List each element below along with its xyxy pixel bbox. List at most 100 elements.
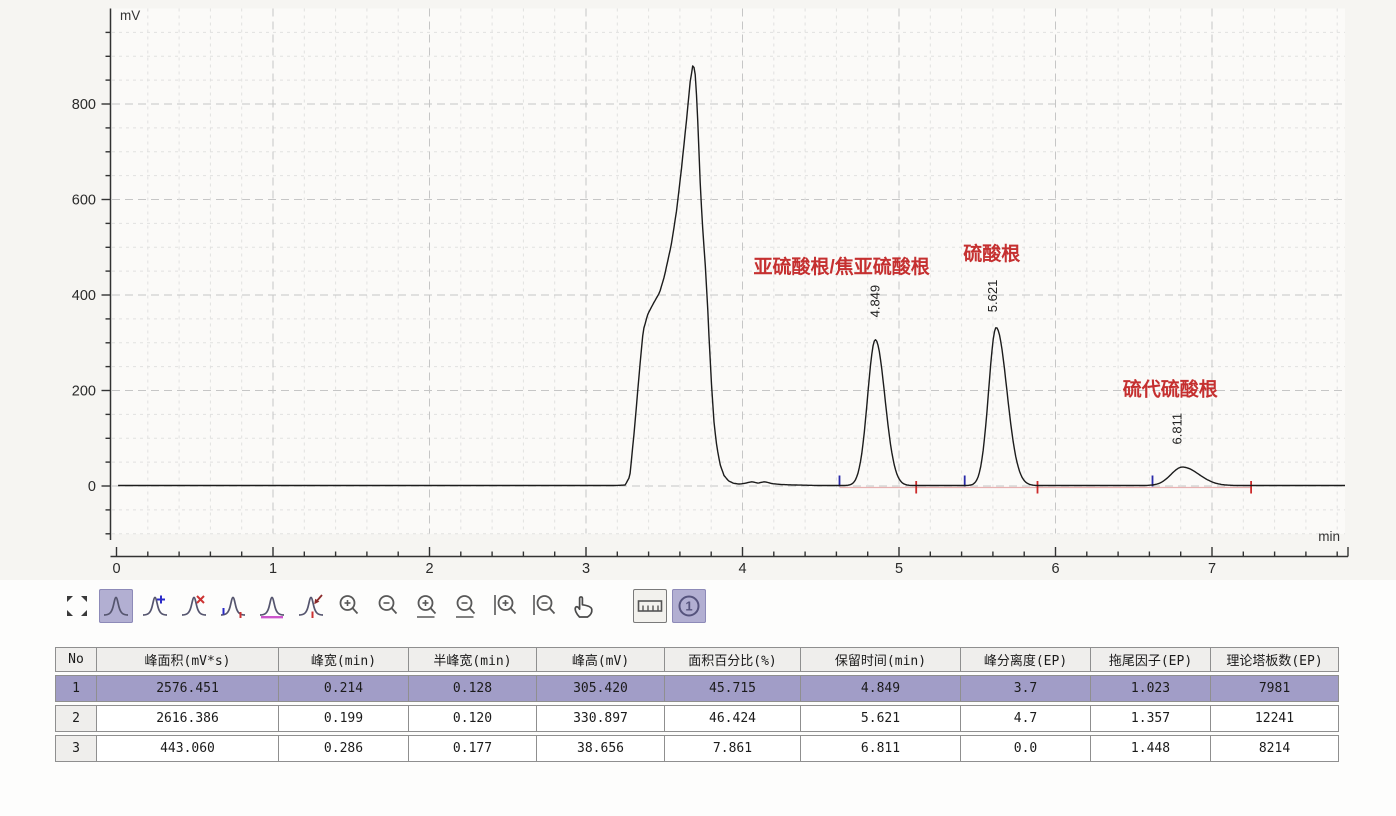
fit-view-icon [63, 592, 91, 620]
table-cell: 4.849 [801, 675, 961, 702]
table-cell: 6.811 [801, 735, 961, 762]
chromatogram-chart[interactable]: 0200400600800mV01234567min亚硫酸根/焦亚硫酸根硫酸根硫… [0, 0, 1396, 580]
ruler-measure-button[interactable] [633, 589, 667, 623]
table-cell: 理论塔板数(EP) [1211, 647, 1339, 672]
peak-cut-button[interactable] [294, 589, 328, 623]
peak-delete-button[interactable] [177, 589, 211, 623]
table-cell: 峰宽(min) [279, 647, 409, 672]
peak-cut-icon [297, 592, 325, 620]
table-cell: 443.060 [97, 735, 279, 762]
table-cell: 0.199 [279, 705, 409, 732]
peak-results-table: No峰面积(mV*s)峰宽(min)半峰宽(min)峰高(mV)面积百分比(%)… [55, 647, 1396, 762]
x-axis-unit: min [1318, 529, 1340, 544]
table-header-row: No峰面积(mV*s)峰宽(min)半峰宽(min)峰高(mV)面积百分比(%)… [55, 647, 1396, 672]
x-tick-label: 2 [425, 561, 433, 577]
fit-view-button[interactable] [60, 589, 94, 623]
peak-annotation-2: 硫酸根 [963, 242, 1020, 265]
table-cell: 12241 [1211, 705, 1339, 732]
x-tick-label: 3 [582, 561, 590, 577]
table-row[interactable]: 22616.3860.1990.120330.89746.4245.6214.7… [55, 705, 1396, 732]
table-cell: 1 [55, 675, 97, 702]
table-cell: 7.861 [665, 735, 801, 762]
table-cell: 半峰宽(min) [409, 647, 537, 672]
zoom-in-horizontal-button[interactable] [411, 589, 445, 623]
table-cell: 0.214 [279, 675, 409, 702]
table-cell: 面积百分比(%) [665, 647, 801, 672]
table-cell: 1.357 [1091, 705, 1211, 732]
table-cell: 2576.451 [97, 675, 279, 702]
pan-hand-icon [570, 592, 598, 620]
x-axis: 01234567min [111, 529, 1349, 577]
x-tick-label: 7 [1208, 561, 1216, 577]
peak-baseline-icon [258, 592, 286, 620]
peak-add-icon [141, 592, 169, 620]
table-cell: 保留时间(min) [801, 647, 961, 672]
chart-toolbar: 1 [0, 587, 1396, 625]
marker-1-button[interactable]: 1 [672, 589, 706, 623]
table-row[interactable]: 12576.4510.2140.128305.42045.7154.8493.7… [55, 675, 1396, 702]
table-cell: 峰分离度(EP) [961, 647, 1091, 672]
table-cell: 0.286 [279, 735, 409, 762]
table-cell: 46.424 [665, 705, 801, 732]
x-tick-label: 0 [112, 561, 120, 577]
table-cell: 峰高(mV) [537, 647, 665, 672]
zoom-in-horizontal-icon [414, 592, 442, 620]
peak-baseline-button[interactable] [255, 589, 289, 623]
retention-time-label-3: 6.811 [1169, 413, 1184, 445]
peak-integration-button[interactable] [99, 589, 133, 623]
table-cell: 0.128 [409, 675, 537, 702]
table-cell: 0.120 [409, 705, 537, 732]
toolbar-spacer [606, 589, 628, 623]
zoom-out-vertical-button[interactable] [528, 589, 562, 623]
table-cell: 305.420 [537, 675, 665, 702]
y-tick-label: 0 [88, 479, 96, 495]
y-tick-label: 400 [72, 288, 96, 304]
zoom-out-button[interactable] [372, 589, 406, 623]
y-tick-label: 800 [72, 97, 96, 113]
table-cell: 2616.386 [97, 705, 279, 732]
table-cell: 8214 [1211, 735, 1339, 762]
marker-1-icon: 1 [675, 592, 703, 620]
y-axis-unit: mV [120, 8, 140, 23]
zoom-out-horizontal-icon [453, 592, 481, 620]
table-cell: 0.0 [961, 735, 1091, 762]
ruler-measure-icon [636, 592, 664, 620]
table-cell: 3.7 [961, 675, 1091, 702]
table-cell: 峰面积(mV*s) [97, 647, 279, 672]
peak-marks-icon [219, 592, 247, 620]
table-row[interactable]: 3443.0600.2860.17738.6567.8616.8110.01.4… [55, 735, 1396, 762]
retention-time-label-1: 4.849 [867, 285, 882, 318]
peak-delete-icon [180, 592, 208, 620]
pan-hand-button[interactable] [567, 589, 601, 623]
table-cell: 4.7 [961, 705, 1091, 732]
table-cell: No [55, 647, 97, 672]
y-tick-label: 200 [72, 384, 96, 400]
chromatography-workstation: 0200400600800mV01234567min亚硫酸根/焦亚硫酸根硫酸根硫… [0, 0, 1396, 762]
table-cell: 7981 [1211, 675, 1339, 702]
table-cell: 1.448 [1091, 735, 1211, 762]
x-tick-label: 5 [895, 561, 903, 577]
peak-integration-icon [102, 592, 130, 620]
peak-marks-button[interactable] [216, 589, 250, 623]
chromatogram-panel: 0200400600800mV01234567min亚硫酸根/焦亚硫酸根硫酸根硫… [0, 0, 1396, 580]
table-cell: 3 [55, 735, 97, 762]
peak-add-button[interactable] [138, 589, 172, 623]
zoom-out-icon [375, 592, 403, 620]
table-cell: 5.621 [801, 705, 961, 732]
table-cell: 45.715 [665, 675, 801, 702]
svg-text:1: 1 [685, 599, 692, 614]
table-cell: 0.177 [409, 735, 537, 762]
peak-annotation-3: 硫代硫酸根 [1123, 377, 1218, 400]
zoom-in-vertical-icon [492, 592, 520, 620]
table-cell: 1.023 [1091, 675, 1211, 702]
zoom-in-vertical-button[interactable] [489, 589, 523, 623]
zoom-out-horizontal-button[interactable] [450, 589, 484, 623]
retention-time-label-2: 5.621 [985, 280, 1000, 313]
table-cell: 拖尾因子(EP) [1091, 647, 1211, 672]
table-cell: 2 [55, 705, 97, 732]
peak-annotation-1: 亚硫酸根/焦亚硫酸根 [754, 255, 930, 278]
zoom-in-button[interactable] [333, 589, 367, 623]
x-tick-label: 6 [1051, 561, 1059, 577]
x-tick-label: 4 [738, 561, 746, 577]
zoom-out-vertical-icon [531, 592, 559, 620]
